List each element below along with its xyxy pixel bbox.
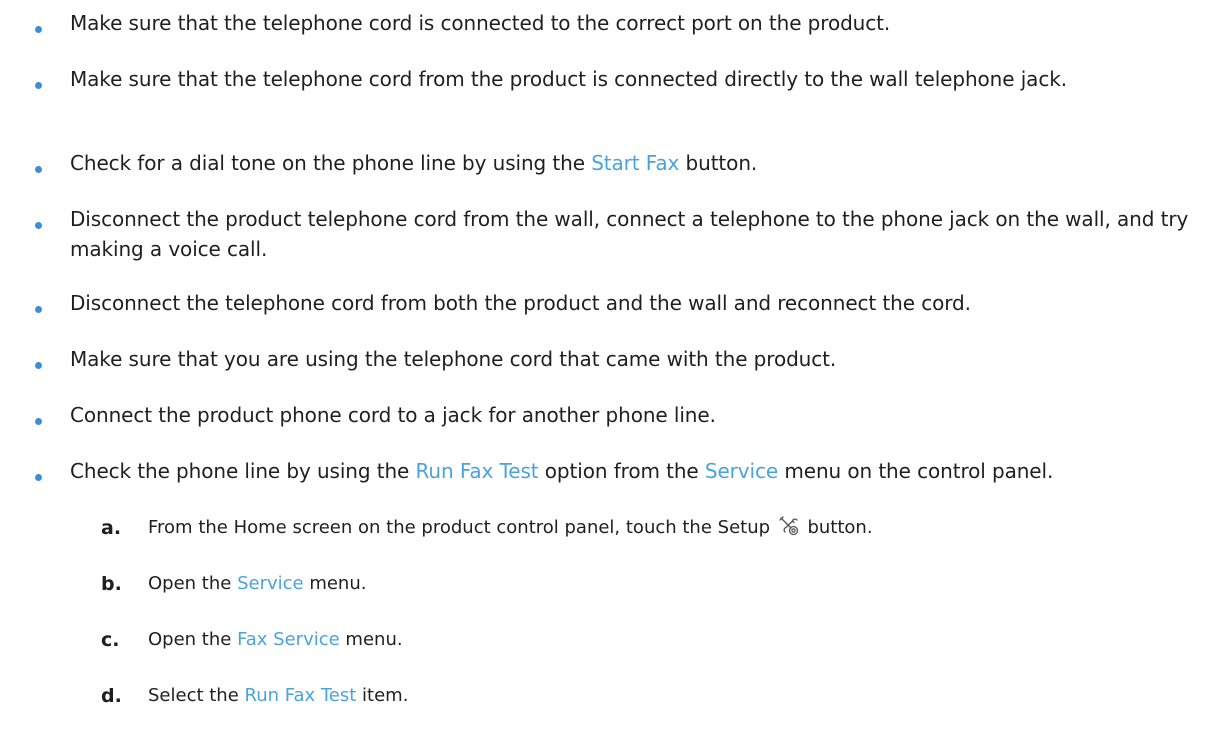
step-text: Open the Service menu. xyxy=(148,570,1198,598)
list-item-text: Make sure that the telephone cord is con… xyxy=(70,11,891,35)
step-label: c. xyxy=(101,629,120,651)
list-item-text: Disconnect the telephone cord from both … xyxy=(70,291,971,315)
bullet-dot xyxy=(35,82,42,89)
step-text: Open the Fax Service menu. xyxy=(148,626,1198,654)
list-item-text: Disconnect the product telephone cord fr… xyxy=(70,207,1189,261)
document-page: Make sure that the telephone cord is con… xyxy=(0,0,1219,756)
step-label: a. xyxy=(101,517,122,539)
list-item-text: Check the phone line by using the Run Fa… xyxy=(70,456,1200,486)
start-fax-link[interactable]: Start Fax xyxy=(591,151,679,175)
step-label: d. xyxy=(101,685,122,707)
run-fax-test-link[interactable]: Run Fax Test xyxy=(416,459,539,483)
list-item-text: Check for a dial tone on the phone line … xyxy=(70,148,1200,178)
text-segment: menu on the control panel. xyxy=(778,459,1054,483)
step-text: Select the Run Fax Test item. xyxy=(148,682,1198,710)
text-segment: Check the phone line by using the xyxy=(70,459,416,483)
setup-wrench-screwdriver-icon xyxy=(779,516,798,536)
list-item-text: Make sure that the telephone cord from t… xyxy=(70,67,1067,91)
text-segment: button. xyxy=(679,151,758,175)
text-segment: Open the xyxy=(148,629,238,650)
service-link[interactable]: Service xyxy=(705,459,778,483)
run-fax-test-link[interactable]: Run Fax Test xyxy=(245,685,357,706)
list-item-text: Make sure that you are using the telepho… xyxy=(70,347,837,371)
bullet-dot xyxy=(35,418,42,425)
text-segment: Check for a dial tone on the phone line … xyxy=(70,151,592,175)
step-text: From the Home screen on the product cont… xyxy=(148,514,1198,542)
text-segment: item. xyxy=(356,685,409,706)
bullet-dot xyxy=(35,474,42,481)
fax-service-link[interactable]: Fax Service xyxy=(237,629,340,650)
text-segment: Select the xyxy=(148,685,245,706)
text-segment: Open the xyxy=(148,573,238,594)
bullet-dot xyxy=(35,306,42,313)
text-segment: button. xyxy=(801,517,873,538)
text-segment: menu. xyxy=(339,629,403,650)
text-segment: option from the xyxy=(538,459,705,483)
service-link[interactable]: Service xyxy=(237,573,304,594)
bullet-dot xyxy=(35,26,42,33)
text-segment: From the Home screen on the product cont… xyxy=(148,517,776,538)
bullet-dot xyxy=(35,166,42,173)
bullet-dot xyxy=(35,362,42,369)
list-item-text: Connect the product phone cord to a jack… xyxy=(70,403,716,427)
step-label: b. xyxy=(101,573,122,595)
text-segment: menu. xyxy=(303,573,367,594)
bullet-dot xyxy=(35,222,42,229)
